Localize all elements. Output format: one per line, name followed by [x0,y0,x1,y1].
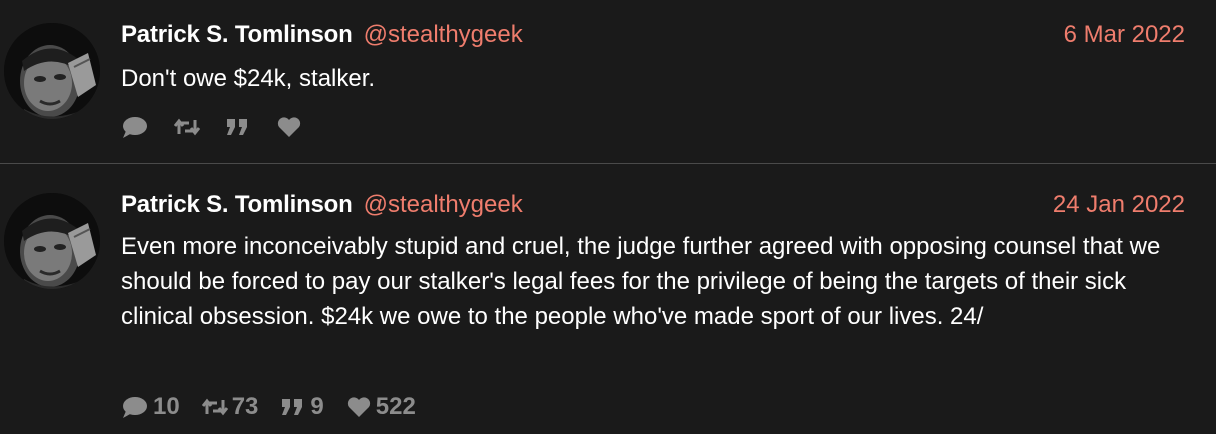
heart-icon [346,396,372,418]
avatar[interactable] [4,23,100,119]
reply-button[interactable] [121,115,153,139]
avatar[interactable] [4,193,100,289]
tweet: Patrick S. Tomlinson @stealthygeek 6 Mar… [0,0,1216,164]
retweet-count: 73 [231,393,259,420]
heart-icon [276,116,302,138]
author-handle[interactable]: @stealthygeek [364,191,523,219]
speech-bubble-icon [121,115,149,139]
tweet: Patrick S. Tomlinson @stealthygeek 24 Ja… [0,164,1216,434]
speech-bubble-icon [121,395,149,419]
like-button[interactable] [276,116,306,138]
author-name[interactable]: Patrick S. Tomlinson [121,191,353,219]
quote-marks-icon [225,116,251,138]
author-handle[interactable]: @stealthygeek [364,21,523,49]
tweet-header: Patrick S. Tomlinson @stealthygeek 6 Mar… [121,21,1185,51]
quote-count: 9 [310,393,324,420]
tweet-header: Patrick S. Tomlinson @stealthygeek 24 Ja… [121,191,1185,221]
quote-marks-icon [280,396,306,418]
tweet-actions: 10 73 9 522 [121,393,438,421]
reply-count: 10 [153,393,180,420]
quote-button[interactable]: 9 [280,393,324,421]
quote-button[interactable] [225,116,255,138]
like-count: 522 [375,393,416,420]
author-name[interactable]: Patrick S. Tomlinson [121,21,353,49]
retweet-button[interactable] [174,116,204,138]
like-button[interactable]: 522 [346,393,416,421]
tweet-text: Don't owe $24k, stalker. [121,65,376,92]
retweet-arrows-icon [201,396,228,418]
tweet-actions [121,115,327,139]
retweet-arrows-icon [174,116,200,138]
tweet-date[interactable]: 6 Mar 2022 [1064,21,1185,49]
retweet-button[interactable]: 73 [201,393,259,421]
tweet-feed: Patrick S. Tomlinson @stealthygeek 6 Mar… [0,0,1216,434]
tweet-text: Even more inconceivably stupid and cruel… [121,233,1161,330]
reply-button[interactable]: 10 [121,393,180,421]
tweet-date[interactable]: 24 Jan 2022 [1053,191,1185,219]
